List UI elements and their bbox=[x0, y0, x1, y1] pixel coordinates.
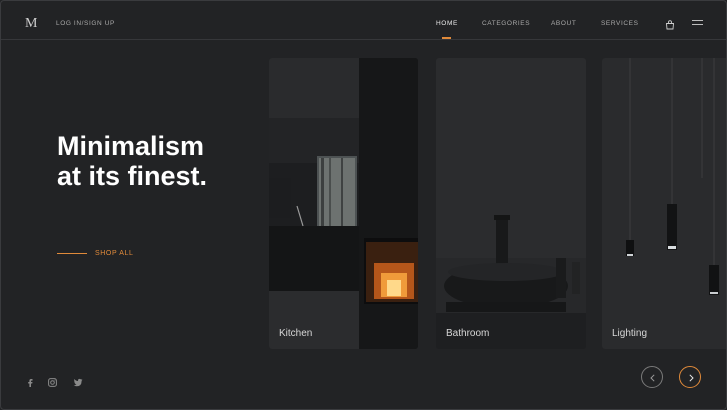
headline-line-2: at its finest. bbox=[57, 161, 208, 191]
shop-all-link[interactable]: SHOP ALL bbox=[95, 250, 134, 257]
chevron-right-icon bbox=[689, 374, 694, 382]
cta-line bbox=[57, 253, 87, 254]
carousel-prev-button[interactable] bbox=[641, 366, 663, 388]
lighting-image bbox=[602, 58, 726, 349]
chevron-left-icon bbox=[650, 374, 655, 382]
hero-headline: Minimalism at its finest. bbox=[57, 131, 257, 191]
card-label-kitchen: Kitchen bbox=[279, 328, 313, 339]
kitchen-image bbox=[269, 58, 418, 349]
app-window: M LOG IN/SIGN UP HOME CATEGORIES ABOUT S… bbox=[0, 0, 727, 410]
category-card-bathroom[interactable]: Bathroom bbox=[436, 58, 586, 349]
facebook-icon[interactable] bbox=[27, 378, 33, 389]
headline-line-1: Minimalism bbox=[57, 131, 205, 161]
hamburger-menu-icon[interactable] bbox=[692, 20, 703, 26]
nav-services[interactable]: SERVICES bbox=[601, 20, 639, 27]
header: M LOG IN/SIGN UP HOME CATEGORIES ABOUT S… bbox=[1, 1, 726, 40]
category-card-kitchen[interactable]: Kitchen bbox=[269, 58, 418, 349]
shopping-bag-icon[interactable] bbox=[665, 17, 675, 30]
category-card-lighting[interactable]: Lighting bbox=[602, 58, 726, 349]
carousel-next-button[interactable] bbox=[679, 366, 701, 388]
active-nav-indicator bbox=[442, 37, 451, 39]
nav-categories[interactable]: CATEGORIES bbox=[482, 20, 530, 27]
login-signup-link[interactable]: LOG IN/SIGN UP bbox=[56, 20, 115, 27]
instagram-icon[interactable] bbox=[48, 378, 57, 389]
card-label-bathroom: Bathroom bbox=[446, 328, 490, 339]
card-label-lighting: Lighting bbox=[612, 328, 648, 339]
nav-home[interactable]: HOME bbox=[436, 20, 458, 27]
logo[interactable]: M bbox=[25, 16, 37, 32]
twitter-icon[interactable] bbox=[73, 378, 83, 389]
bathroom-image bbox=[436, 58, 586, 349]
nav-about[interactable]: ABOUT bbox=[551, 20, 576, 27]
